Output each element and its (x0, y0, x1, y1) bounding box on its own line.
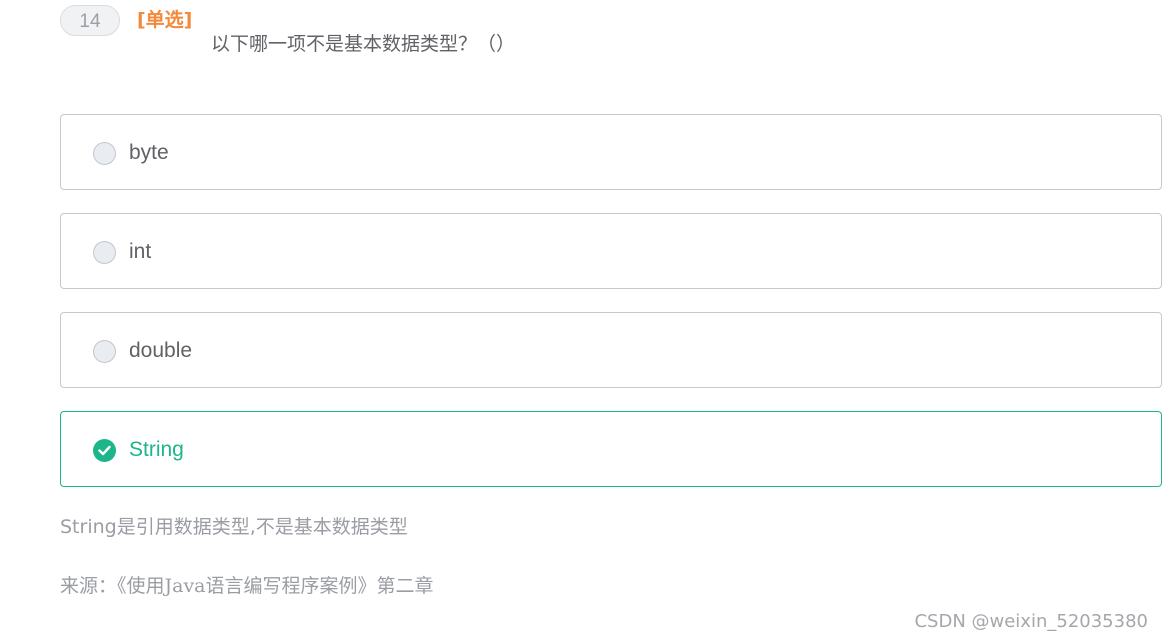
question-type-label: [单选] (137, 9, 193, 31)
question-number-badge: 14 (60, 5, 120, 36)
question-text: 以下哪一项不是基本数据类型？（） (211, 33, 516, 55)
option-label: byte (129, 141, 169, 164)
option-byte[interactable]: byte (60, 114, 1162, 190)
answer-explanation: String是引用数据类型,不是基本数据类型 (60, 516, 408, 538)
option-label: String (129, 438, 184, 461)
check-circle-icon[interactable] (93, 439, 116, 462)
option-double[interactable]: double (60, 312, 1162, 388)
option-int[interactable]: int (60, 213, 1162, 289)
radio-unchecked-icon[interactable] (93, 340, 116, 363)
option-string[interactable]: String (60, 411, 1162, 487)
question-source: 来源：《使用Java语言编写程序案例》第二章 (60, 575, 434, 597)
radio-unchecked-icon[interactable] (93, 241, 116, 264)
radio-unchecked-icon[interactable] (93, 142, 116, 165)
option-label: double (129, 339, 193, 362)
option-label: int (129, 240, 152, 263)
watermark: CSDN @weixin_52035380 (914, 611, 1148, 632)
